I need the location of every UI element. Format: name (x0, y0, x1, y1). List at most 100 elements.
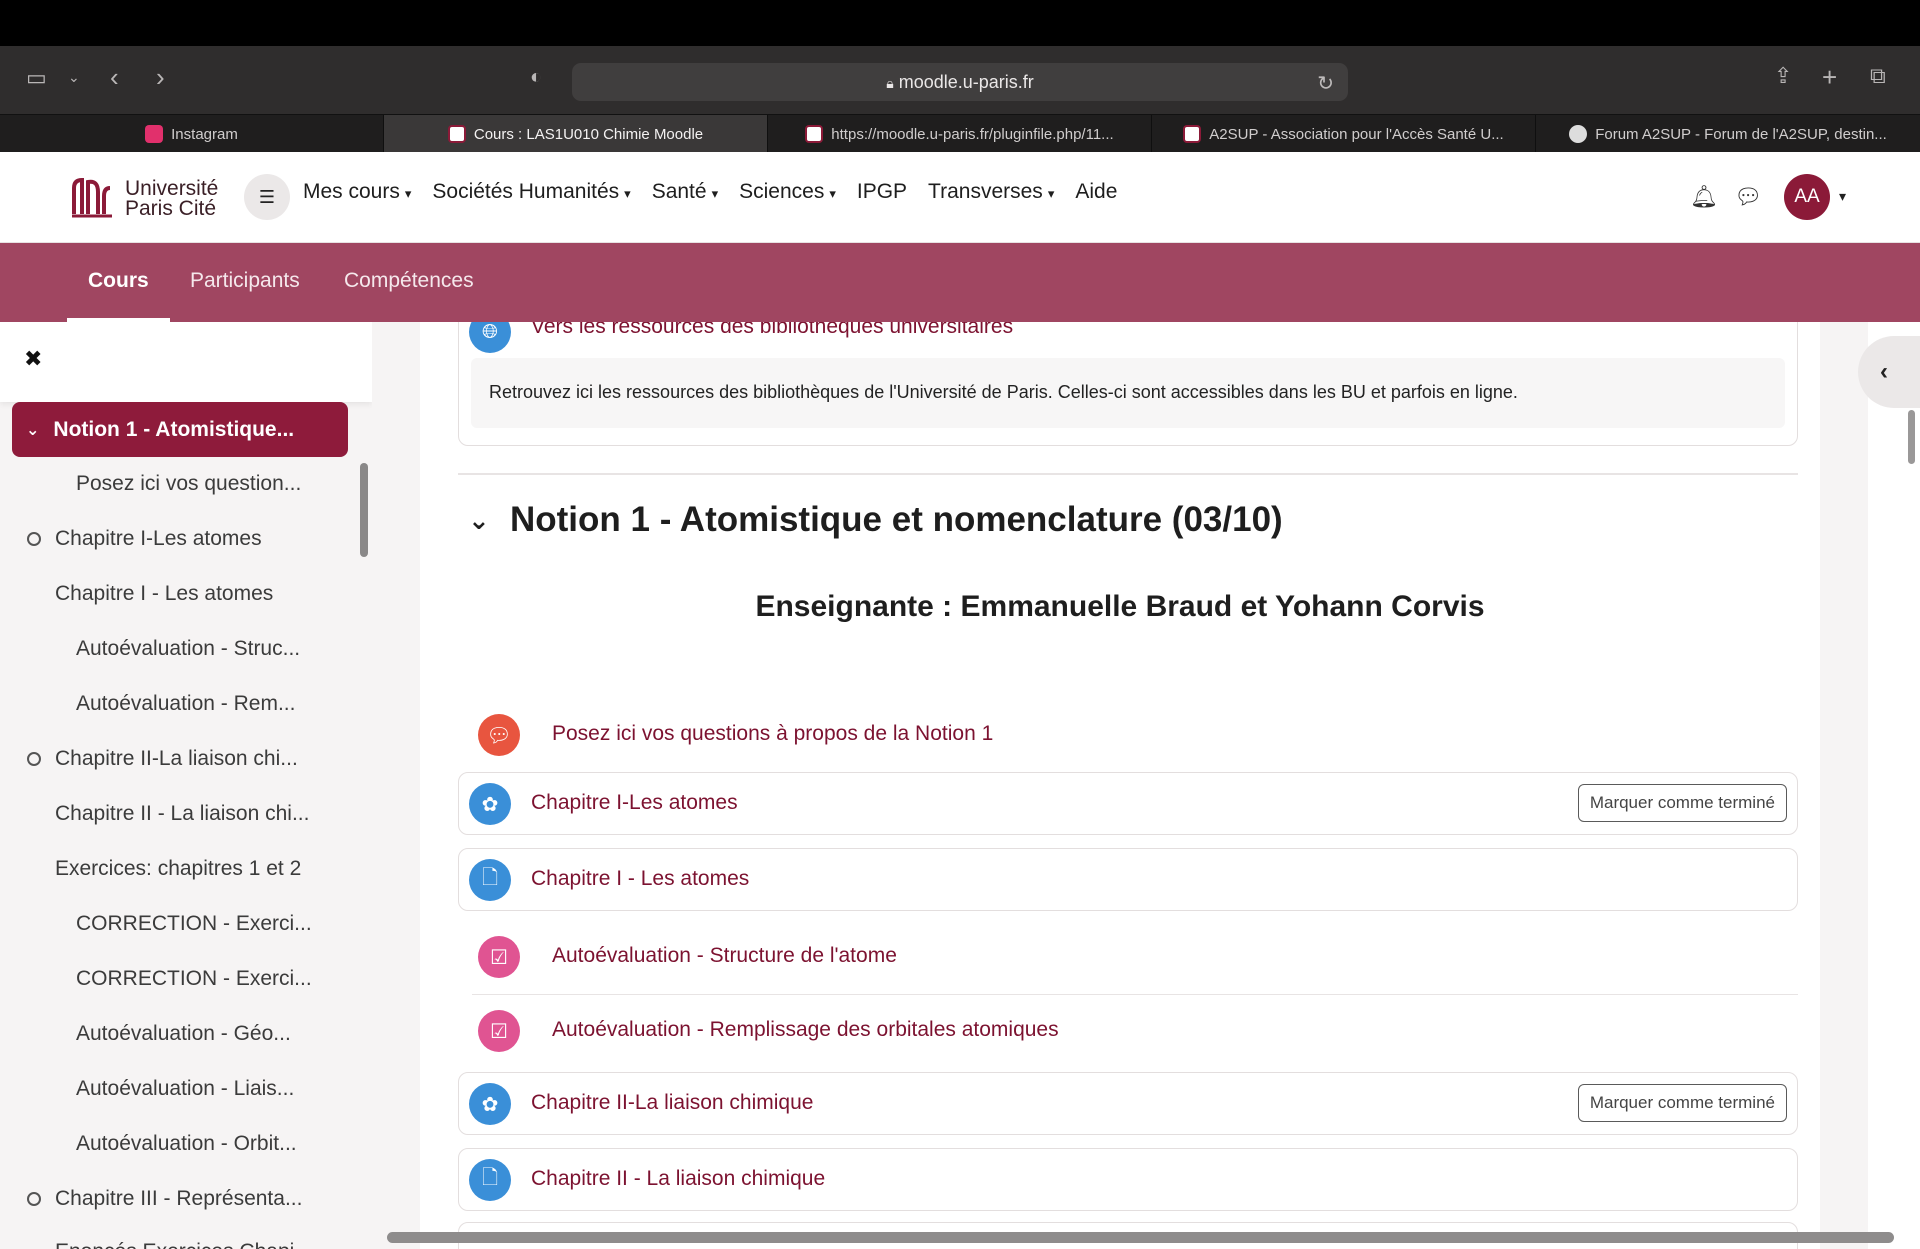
nav-item-sante[interactable]: Santé ▾ (652, 180, 718, 204)
drawer-item[interactable]: Exercices: chapitres 1 et 2 (55, 857, 301, 881)
tab-cours[interactable]: Cours (88, 269, 149, 293)
close-icon[interactable]: ✖ (24, 346, 42, 372)
back-icon[interactable]: ‹ (110, 64, 119, 90)
mark-done-button[interactable]: Marquer comme terminé (1577, 1084, 1787, 1122)
completion-circle-icon (27, 752, 41, 766)
drawer-item[interactable]: Chapitre I - Les atomes (55, 582, 273, 606)
site-header: Université Paris Cité ☰ Mes cours ▾ Socié… (0, 152, 1920, 243)
new-tab-icon[interactable]: + (1822, 64, 1837, 90)
browser-tab[interactable]: A2SUP - Association pour l'Accès Santé U… (1152, 115, 1536, 153)
address-bar[interactable]: 🔒︎ moodle.u-paris.fr ↻ (572, 63, 1348, 101)
activity-card: 🗋︎ Chapitre II - La liaison chimique (458, 1148, 1798, 1211)
nav-item-transverses[interactable]: Transverses ▾ (928, 180, 1054, 204)
grid-list-icon: ☰ (258, 186, 276, 207)
completion-circle-icon (27, 532, 41, 546)
activity-card: ✿ Chapitre I-Les atomes Marquer comme te… (458, 772, 1798, 835)
course-content: 🌐︎ Vers les ressources des bibliothèques… (420, 322, 1820, 1249)
drawer-item[interactable]: Chapitre II - La liaison chi... (55, 802, 309, 826)
nav-item-aide[interactable]: Aide (1075, 180, 1117, 204)
drawer-item[interactable]: CORRECTION - Exerci... (76, 967, 312, 991)
forward-icon[interactable]: › (156, 64, 165, 90)
interactive-content-icon: ✿ (469, 783, 511, 825)
logo-line-1: Université (125, 177, 219, 200)
activity-card: 🗋︎ Chapitre I - Les atomes (458, 848, 1798, 911)
activity-link[interactable]: Autoévaluation - Remplissage des orbital… (552, 1018, 1059, 1042)
page-vertical-scrollbar[interactable] (1908, 410, 1915, 464)
tab-competences[interactable]: Compétences (344, 269, 474, 293)
tab-label: https://moodle.u-paris.fr/pluginfile.php… (831, 125, 1114, 143)
section-title: Notion 1 - Atomistique et nomenclature (… (510, 500, 1283, 539)
nav-item-societes-humanites[interactable]: Sociétés Humanités ▾ (432, 180, 630, 204)
tab-participants[interactable]: Participants (190, 269, 300, 293)
moodle-favicon-icon (447, 125, 466, 143)
globe-icon: 🌐︎ (469, 322, 511, 353)
library-description: Retrouvez ici les ressources des bibliot… (489, 382, 1518, 402)
drawer-item[interactable]: Chapitre II-La liaison chi... (55, 747, 298, 771)
drawer-item[interactable]: Autoévaluation - Liais... (76, 1077, 294, 1101)
chevron-down-icon[interactable]: ▾ (1839, 188, 1846, 205)
file-icon: 🗋︎ (469, 1159, 511, 1201)
activity-link[interactable]: Chapitre II-La liaison chimique (531, 1091, 813, 1115)
screen-top-bar (0, 0, 1920, 46)
apps-menu-button[interactable]: ☰ (244, 174, 290, 220)
quiz-icon: ☑︎ (478, 936, 520, 978)
tab-label: Forum A2SUP - Forum de l'A2SUP, destin..… (1595, 125, 1887, 143)
drawer-item[interactable]: Autoévaluation - Géo... (76, 1022, 291, 1046)
activity-link[interactable]: Chapitre II - La liaison chimique (531, 1167, 825, 1191)
browser-tab-active[interactable]: Cours : LAS1U010 Chimie Moodle (384, 115, 768, 153)
block-drawer-toggle[interactable]: ‹ (1858, 336, 1920, 408)
course-secondary-nav: Cours Participants Compétences (0, 243, 1920, 322)
tab-label: A2SUP - Association pour l'Accès Santé U… (1209, 125, 1504, 143)
completion-circle-icon (27, 1192, 41, 1206)
drawer-item[interactable]: Enoncés Exercices Chapi... (55, 1240, 312, 1249)
reload-icon[interactable]: ↻ (1317, 71, 1334, 96)
mark-done-button[interactable]: Marquer comme terminé (1577, 784, 1787, 822)
user-avatar[interactable]: AA (1784, 174, 1830, 220)
browser-tab[interactable]: https://moodle.u-paris.fr/pluginfile.php… (768, 115, 1152, 153)
tab-overview-icon[interactable]: ⧉ (1870, 65, 1886, 87)
activity-item: 💬︎ Posez ici vos questions à propos de l… (472, 706, 1792, 766)
chevron-down-icon: ▾ (829, 186, 836, 201)
moodle-favicon-icon (805, 125, 824, 143)
tab-label: Instagram (171, 125, 238, 143)
drawer-item[interactable]: Chapitre III - Représenta... (55, 1187, 302, 1211)
drawer-item[interactable]: CORRECTION - Exerci... (76, 912, 312, 936)
library-resource-card: 🌐︎ Vers les ressources des bibliothèques… (458, 322, 1798, 446)
browser-tab[interactable]: Instagram (0, 115, 384, 153)
activity-link[interactable]: Chapitre I-Les atomes (531, 791, 738, 815)
instagram-favicon-icon (145, 125, 164, 143)
file-icon: 🗋︎ (469, 859, 511, 901)
sidebar-toggle-icon[interactable]: ▭ (26, 67, 47, 89)
chevron-down-icon: ▾ (1047, 186, 1055, 201)
browser-tab[interactable]: Forum A2SUP - Forum de l'A2SUP, destin..… (1536, 115, 1920, 153)
share-icon[interactable]: ⇪ (1774, 65, 1792, 87)
drawer-scrollbar[interactable] (360, 463, 368, 557)
drawer-item[interactable]: Posez ici vos question... (76, 472, 301, 496)
section-collapse-icon[interactable]: ⌄ (468, 505, 490, 536)
drawer-item[interactable]: Autoévaluation - Struc... (76, 637, 300, 661)
activity-link[interactable]: Posez ici vos questions à propos de la N… (552, 722, 993, 746)
nav-item-sciences[interactable]: Sciences ▾ (739, 180, 836, 204)
browser-tab-bar: Instagram Cours : LAS1U010 Chimie Moodle… (0, 114, 1920, 153)
university-logo-icon[interactable] (68, 174, 114, 220)
chevron-down-icon[interactable]: ⌄ (68, 70, 80, 84)
drawer-item[interactable]: Autoévaluation - Rem... (76, 692, 295, 716)
tab-label: Cours : LAS1U010 Chimie Moodle (473, 125, 704, 143)
activity-link[interactable]: Chapitre I - Les atomes (531, 867, 749, 891)
privacy-shield-icon[interactable]: ◐ (530, 67, 542, 87)
page-horizontal-scrollbar[interactable] (387, 1232, 1894, 1243)
drawer-item[interactable]: Chapitre I-Les atomes (55, 527, 262, 551)
nav-item-ipgp[interactable]: IPGP (857, 180, 907, 204)
drawer-section-active[interactable]: ⌄ Notion 1 - Atomistique... (12, 402, 348, 457)
library-link[interactable]: Vers les ressources des bibliothèques un… (531, 322, 1013, 339)
drawer-item[interactable]: Autoévaluation - Orbit... (76, 1132, 297, 1156)
chevron-left-icon: ‹ (1880, 358, 1888, 385)
messages-chat-icon[interactable]: 💬︎ (1734, 184, 1762, 210)
logo-line-2: Paris Cité (125, 197, 217, 220)
notifications-bell-icon[interactable]: 🔔︎ (1690, 184, 1718, 210)
main-navigation: Mes cours ▾ Sociétés Humanités ▾ Santé ▾ Sc… (303, 180, 1117, 204)
nav-item-mes-cours[interactable]: Mes cours ▾ (303, 180, 411, 204)
activity-item: ☑︎ Autoévaluation - Structure de l'atome (472, 922, 1798, 995)
university-logo-text[interactable]: Université Paris Cité (125, 177, 219, 220)
activity-link[interactable]: Autoévaluation - Structure de l'atome (552, 944, 897, 968)
